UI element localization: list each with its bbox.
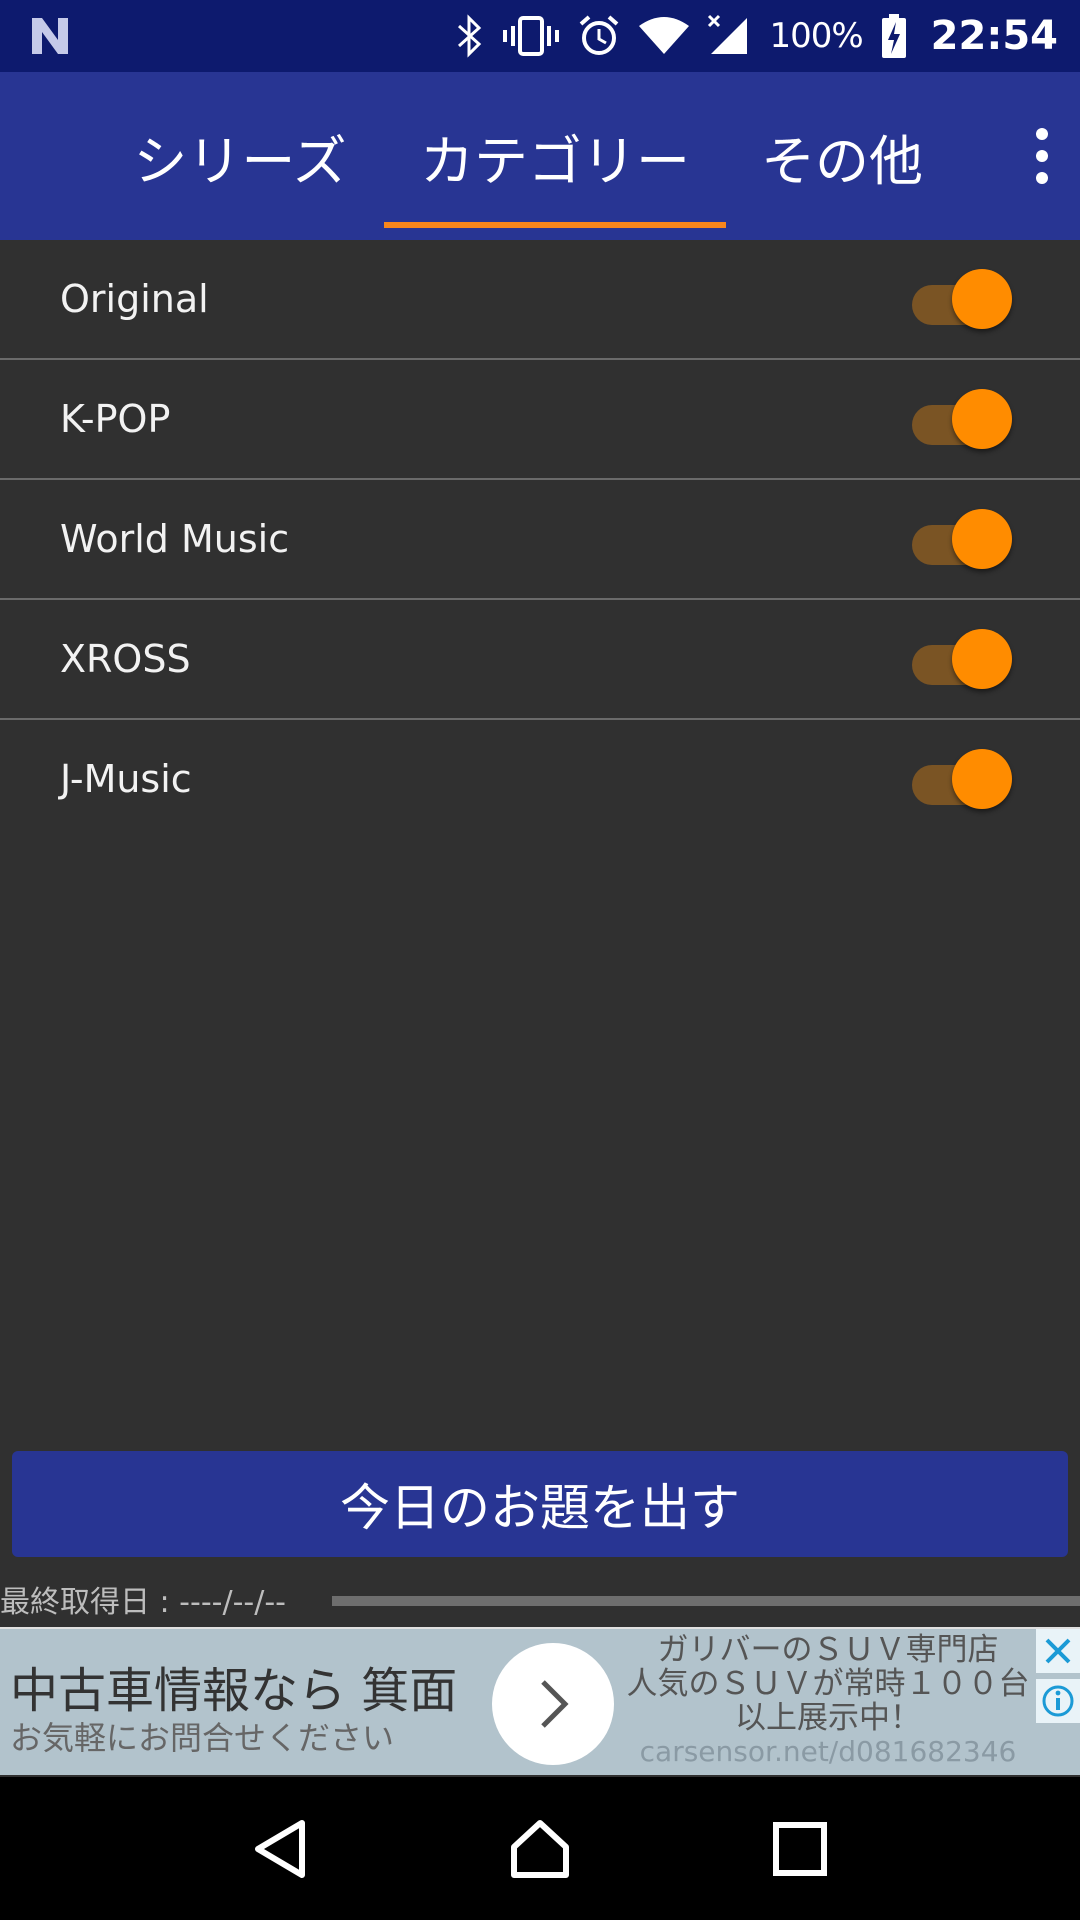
bluetooth-icon <box>458 14 482 58</box>
ad-text-line: ガリバーのＳＵＶ専門店 <box>657 1632 999 1668</box>
get-todays-topic-button[interactable]: 今日のお題を出す <box>12 1451 1068 1557</box>
alarm-icon <box>580 15 619 55</box>
tab-bar: シリーズ カテゴリー その他 <box>0 72 1080 240</box>
home-button[interactable] <box>490 1799 590 1899</box>
last-fetched-date: 最終取得日 : ----/--/-- <box>0 1585 286 1620</box>
home-icon <box>511 1819 569 1878</box>
category-row-j-music: J-Music <box>0 720 1080 838</box>
notification-n-icon <box>32 18 68 54</box>
progress-bar <box>332 1596 1080 1606</box>
tab-category[interactable]: カテゴリー <box>384 72 726 240</box>
ad-subtext: お気軽にお問合せください <box>10 1719 395 1757</box>
ad-open-button[interactable] <box>492 1643 614 1765</box>
vibrate-icon <box>503 16 560 56</box>
chevron-right-icon <box>541 1680 569 1728</box>
category-label: World Music <box>60 517 290 561</box>
category-toggle-kpop[interactable] <box>912 389 1012 449</box>
ad-close-icon[interactable] <box>1036 1629 1080 1673</box>
category-toggle-j-music[interactable] <box>912 749 1012 809</box>
status-clock: 22:54 <box>930 13 1058 59</box>
tab-series[interactable]: シリーズ <box>110 72 370 240</box>
ad-banner[interactable]: 中古車情報なら 箕面 お気軽にお問合せください ガリバーのＳＵＶ専門店 人気のＳ… <box>0 1627 1080 1775</box>
category-toggle-original[interactable] <box>912 269 1012 329</box>
category-row-kpop: K-POP <box>0 360 1080 480</box>
category-row-original: Original <box>0 240 1080 360</box>
category-row-xross: XROSS <box>0 600 1080 720</box>
ad-text-line: 以上展示中！ <box>735 1700 921 1736</box>
tab-other[interactable]: その他 <box>740 72 944 240</box>
ad-text-line: 人気のＳＵＶが常時１００台 <box>626 1666 1030 1702</box>
category-list: Original K-POP World Music XROSS J-Music <box>0 240 1080 838</box>
recents-square-icon <box>773 1821 827 1876</box>
category-label: XROSS <box>60 637 191 681</box>
category-toggle-world-music[interactable] <box>912 509 1012 569</box>
ad-description: ガリバーのＳＵＶ専門店 人気のＳＵＶが常時１００台 以上展示中！ carsens… <box>618 1629 1038 1769</box>
battery-charging-icon <box>881 14 906 58</box>
navigation-bar <box>0 1777 1080 1920</box>
ad-info-icon[interactable] <box>1036 1679 1080 1723</box>
selected-tab-indicator <box>384 222 726 228</box>
status-bar: 100% 22:54 <box>0 0 1080 72</box>
category-toggle-xross[interactable] <box>912 629 1012 689</box>
ad-url: carsensor.net/d081682346 <box>639 1735 1017 1768</box>
recents-button[interactable] <box>750 1799 850 1899</box>
back-button[interactable] <box>230 1799 330 1899</box>
wifi-icon <box>639 17 690 54</box>
category-label: K-POP <box>60 397 171 441</box>
back-triangle-icon <box>255 1819 305 1878</box>
ad-headline: 中古車情報なら 箕面 <box>10 1663 458 1719</box>
signal-icon <box>708 14 748 54</box>
category-row-world-music: World Music <box>0 480 1080 600</box>
category-label: Original <box>60 277 209 321</box>
battery-percentage: 100% <box>769 16 863 56</box>
overflow-menu-icon[interactable] <box>1016 116 1068 196</box>
category-label: J-Music <box>60 757 192 801</box>
